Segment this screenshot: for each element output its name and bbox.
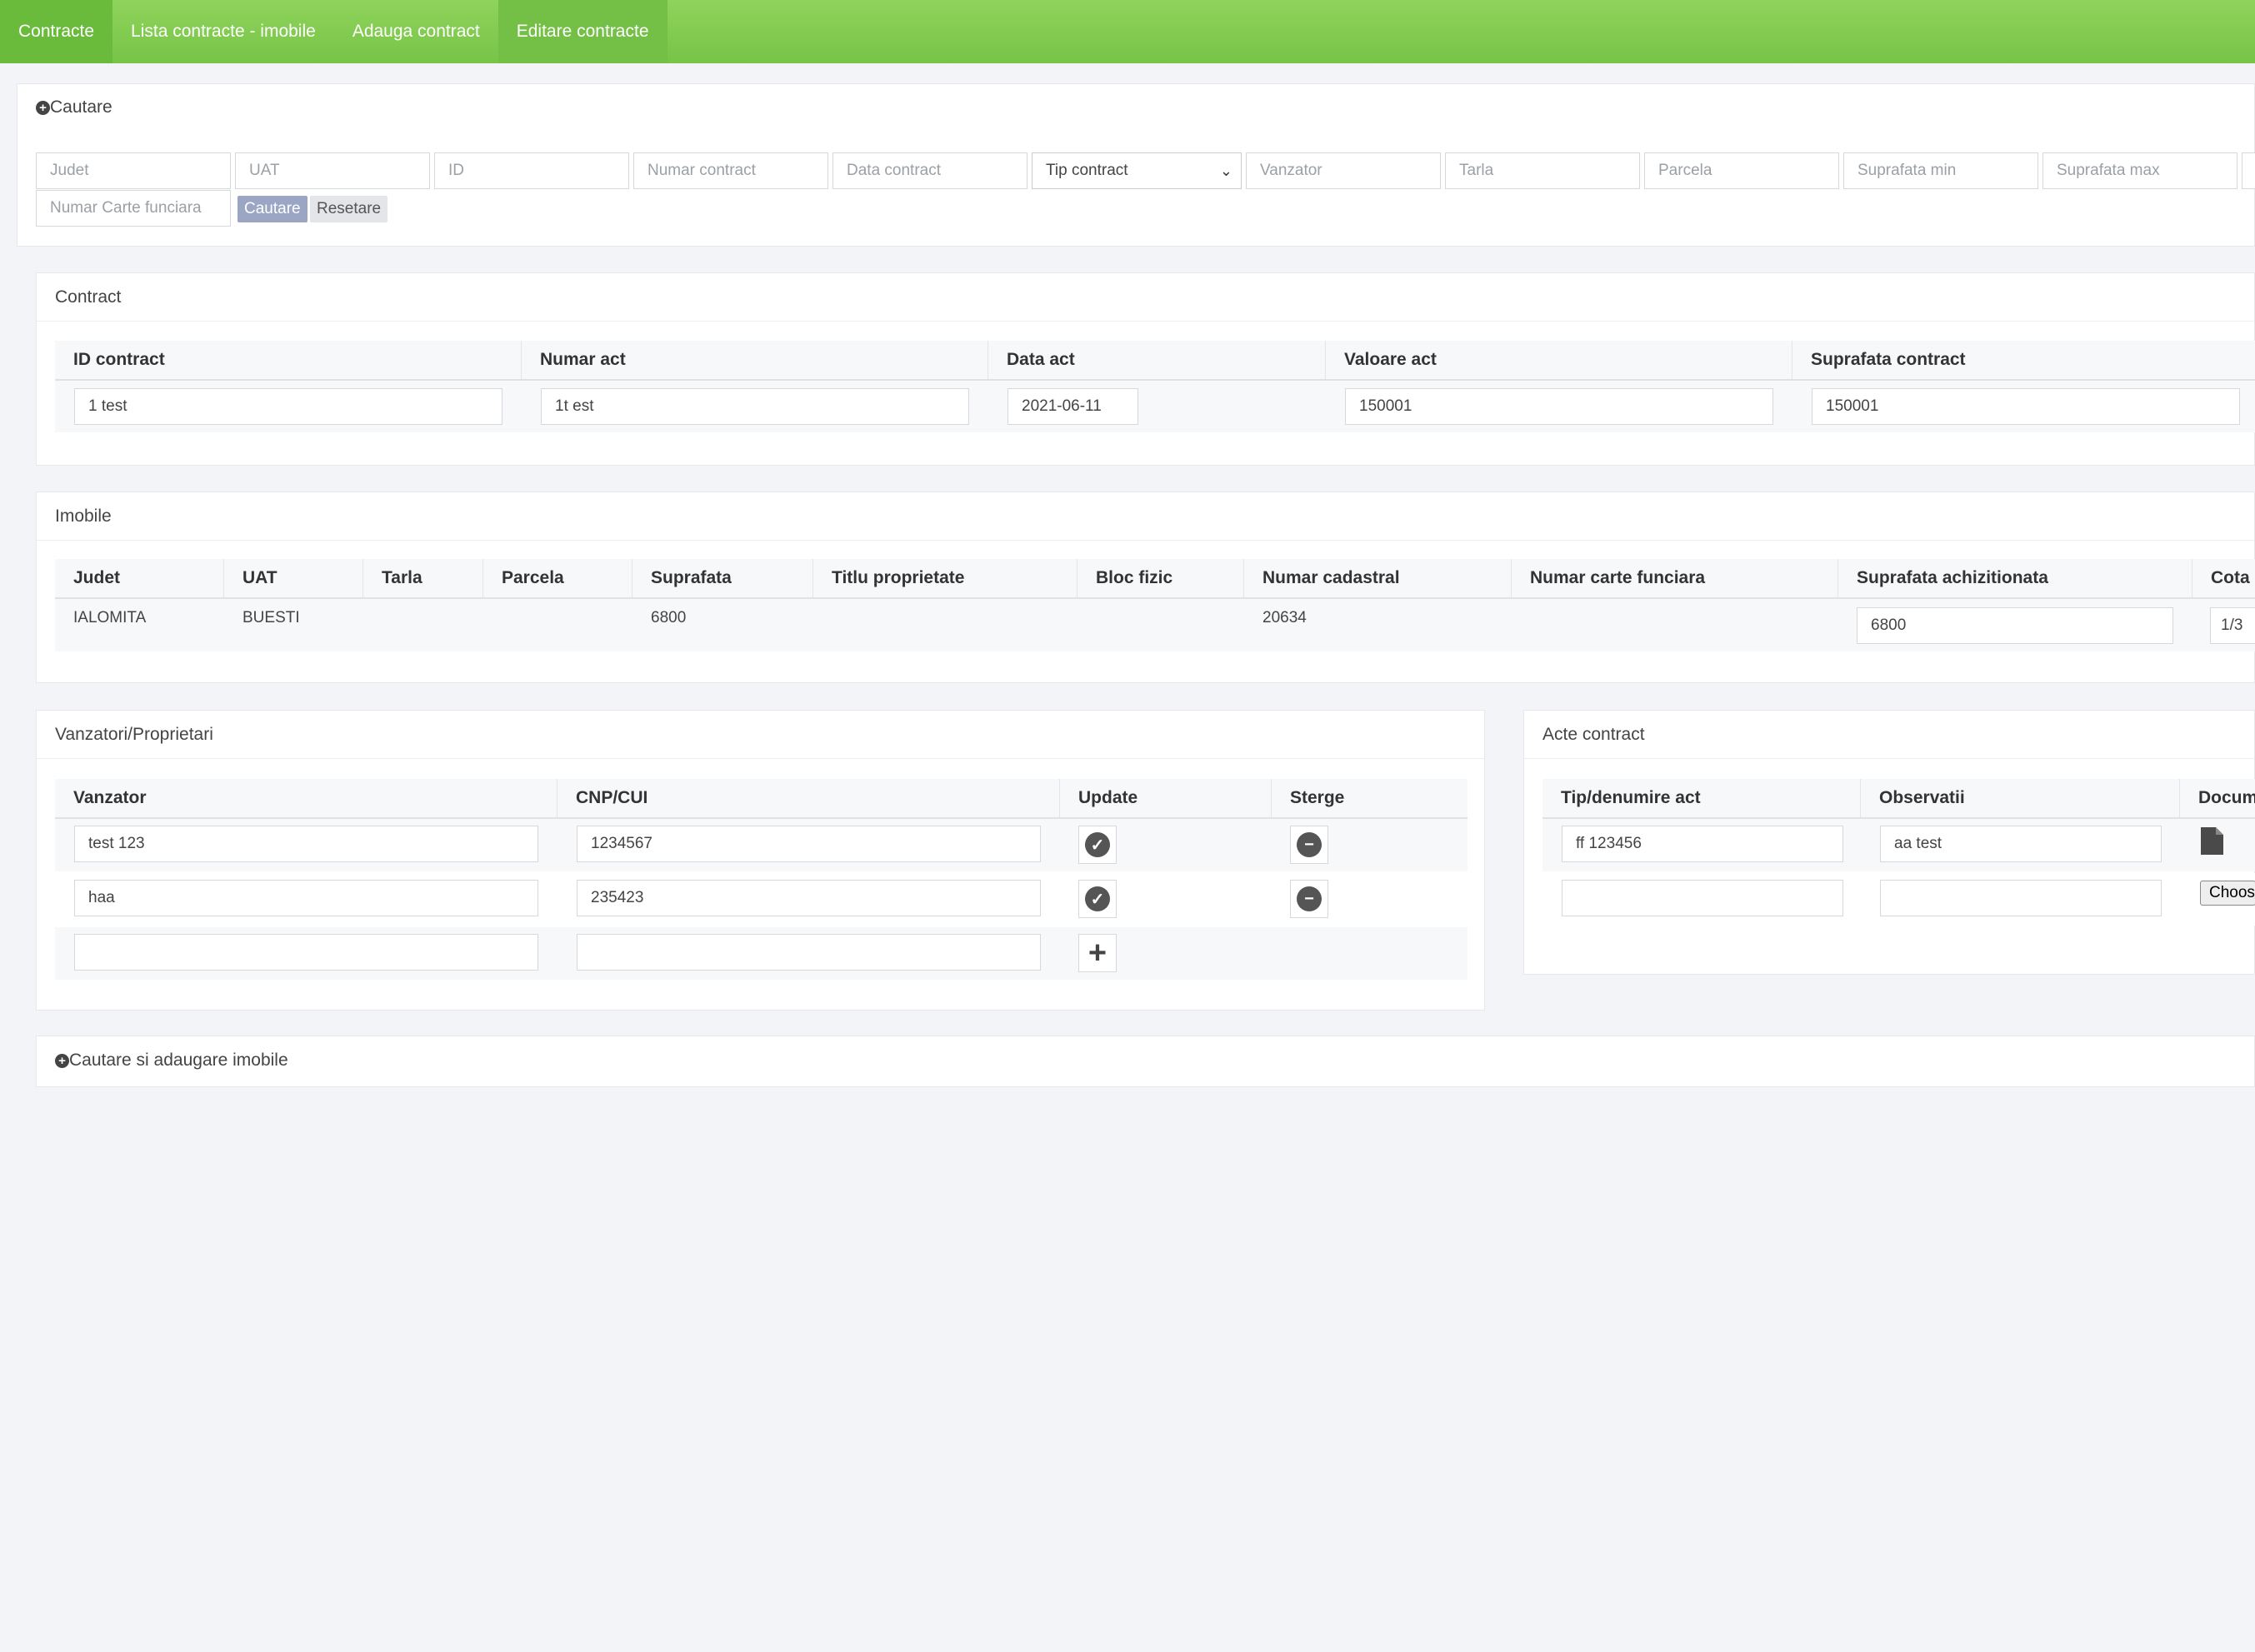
- new-observatii-input[interactable]: [1880, 880, 2162, 916]
- tip-act-input[interactable]: [1562, 826, 1843, 862]
- vanzatori-panel: Vanzatori/Proprietari Vanzator CNP/CUI U…: [36, 710, 1485, 1011]
- imobile-col-parcela: Parcela: [483, 559, 632, 597]
- vanzatori-col-update: Update: [1060, 779, 1272, 817]
- suprafata-achizitionata-input[interactable]: [1857, 607, 2173, 644]
- id-filter[interactable]: [434, 152, 629, 189]
- plus-circle-icon: +: [55, 1053, 69, 1068]
- nav-lista-contracte-imobile[interactable]: Lista contracte - imobile: [112, 0, 334, 63]
- parcela-filter[interactable]: [1644, 152, 1839, 189]
- search-toggle[interactable]: + Cautare: [36, 97, 112, 117]
- acte-col-tip: Tip/denumire act: [1542, 779, 1861, 817]
- observatii-input[interactable]: [1880, 826, 2162, 862]
- imobile-col-judet: Judet: [55, 559, 224, 597]
- chevron-down-icon: ⌄: [1219, 162, 1232, 179]
- imobile-col-uat: UAT: [224, 559, 363, 597]
- contract-col-suprafata: Suprafata contract: [1792, 341, 2255, 379]
- imobile-suprafata: 6800: [651, 609, 687, 626]
- vanzator-filter[interactable]: [1246, 152, 1441, 189]
- delete-button[interactable]: −: [1290, 826, 1328, 864]
- imobile-col-cadastral: Numar cadastral: [1244, 559, 1512, 597]
- acte-col-observatii: Observatii: [1861, 779, 2180, 817]
- extra-filter[interactable]: [2242, 152, 2255, 189]
- numar-contract-filter[interactable]: [633, 152, 828, 189]
- contract-panel: Contract ID contract Numar act Data act …: [36, 272, 2255, 466]
- tip-contract-select[interactable]: Tip contract ⌄: [1032, 152, 1242, 189]
- vanzator-input[interactable]: [74, 880, 538, 916]
- judet-filter[interactable]: [36, 152, 231, 189]
- new-vanzator-input[interactable]: [74, 934, 538, 971]
- contract-col-id: ID contract: [55, 341, 522, 379]
- nav-adauga-contract[interactable]: Adauga contract: [334, 0, 498, 63]
- cautare-imobile-panel: + Cautare si adaugare imobile: [36, 1036, 2255, 1087]
- imobile-col-tarla: Tarla: [363, 559, 483, 597]
- uat-filter[interactable]: [235, 152, 430, 189]
- file-icon[interactable]: [2201, 827, 2223, 855]
- acte-title: Acte contract: [1524, 711, 2254, 759]
- search-button[interactable]: Cautare: [238, 196, 308, 222]
- plus-circle-icon: +: [36, 100, 50, 115]
- choose-file-button[interactable]: Choose File: [2200, 881, 2255, 906]
- suprafata-contract-input[interactable]: [1812, 388, 2240, 425]
- update-button[interactable]: ✓: [1078, 826, 1117, 864]
- vanzatori-col-sterge: Sterge: [1272, 779, 1468, 817]
- nav-editare-contracte[interactable]: Editare contracte: [498, 0, 668, 63]
- cautare-imobile-title: Cautare si adaugare imobile: [69, 1051, 288, 1070]
- add-vanzator-button[interactable]: +: [1078, 934, 1117, 972]
- vanzatori-title: Vanzatori/Proprietari: [37, 711, 1484, 759]
- cnp-input[interactable]: [577, 880, 1041, 916]
- suprafata-min-filter[interactable]: [1843, 152, 2038, 189]
- imobile-col-carte-funciara: Numar carte funciara: [1512, 559, 1838, 597]
- tarla-filter[interactable]: [1445, 152, 1640, 189]
- valoare-act-input[interactable]: [1345, 388, 1773, 425]
- contract-col-valoare: Valoare act: [1326, 341, 1792, 379]
- minus-icon: −: [1297, 886, 1322, 911]
- tip-contract-value: Tip contract: [1046, 162, 1128, 179]
- nav-contracte[interactable]: Contracte: [0, 0, 113, 63]
- imobile-panel: Imobile Judet UAT Tarla Parcela Suprafat…: [36, 492, 2255, 683]
- new-tip-act-input[interactable]: [1562, 880, 1843, 916]
- data-contract-filter[interactable]: [832, 152, 1028, 189]
- suprafata-max-filter[interactable]: [2042, 152, 2238, 189]
- check-icon: ✓: [1085, 886, 1110, 911]
- cnp-input[interactable]: [577, 826, 1041, 862]
- cautare-imobile-toggle[interactable]: + Cautare si adaugare imobile: [55, 1051, 288, 1071]
- id-contract-input[interactable]: [74, 388, 502, 425]
- contract-col-numar: Numar act: [522, 341, 988, 379]
- imobile-col-cota: Cota: [2192, 559, 2255, 597]
- vanzator-input[interactable]: [74, 826, 538, 862]
- check-icon: ✓: [1085, 832, 1110, 857]
- cota-input[interactable]: [2210, 607, 2255, 644]
- plus-icon: +: [1088, 936, 1108, 971]
- acte-col-document: Docum: [2180, 779, 2255, 817]
- reset-button[interactable]: Resetare: [310, 196, 388, 222]
- update-button[interactable]: ✓: [1078, 880, 1117, 918]
- imobile-uat: BUESTI: [242, 609, 300, 626]
- vanzatori-col-cnp: CNP/CUI: [558, 779, 1060, 817]
- new-cnp-input[interactable]: [577, 934, 1041, 971]
- numar-act-input[interactable]: [541, 388, 969, 425]
- imobile-numar-cadastral: 20634: [1262, 609, 1307, 626]
- search-panel: + Cautare Tip contract ⌄ Cautare Resetar…: [17, 83, 2255, 247]
- data-act-input[interactable]: [1008, 388, 1138, 425]
- contract-title: Contract: [37, 273, 2254, 322]
- imobile-col-bloc: Bloc fizic: [1078, 559, 1244, 597]
- minus-icon: −: [1297, 832, 1322, 857]
- imobile-col-titlu: Titlu proprietate: [813, 559, 1078, 597]
- acte-panel: Acte contract Tip/denumire act Observati…: [1523, 710, 2255, 975]
- delete-button[interactable]: −: [1290, 880, 1328, 918]
- contract-col-data: Data act: [988, 341, 1326, 379]
- imobile-judet: IALOMITA: [73, 609, 147, 626]
- imobile-col-suprafata-achizitionata: Suprafata achizitionata: [1838, 559, 2192, 597]
- imobile-col-suprafata: Suprafata: [632, 559, 813, 597]
- vanzatori-col-vanzator: Vanzator: [55, 779, 558, 817]
- carte-funciara-filter[interactable]: [36, 190, 231, 227]
- search-title: Cautare: [50, 97, 112, 117]
- top-nav: Contracte Lista contracte - imobile Adau…: [0, 0, 2255, 63]
- imobile-title: Imobile: [37, 492, 2254, 541]
